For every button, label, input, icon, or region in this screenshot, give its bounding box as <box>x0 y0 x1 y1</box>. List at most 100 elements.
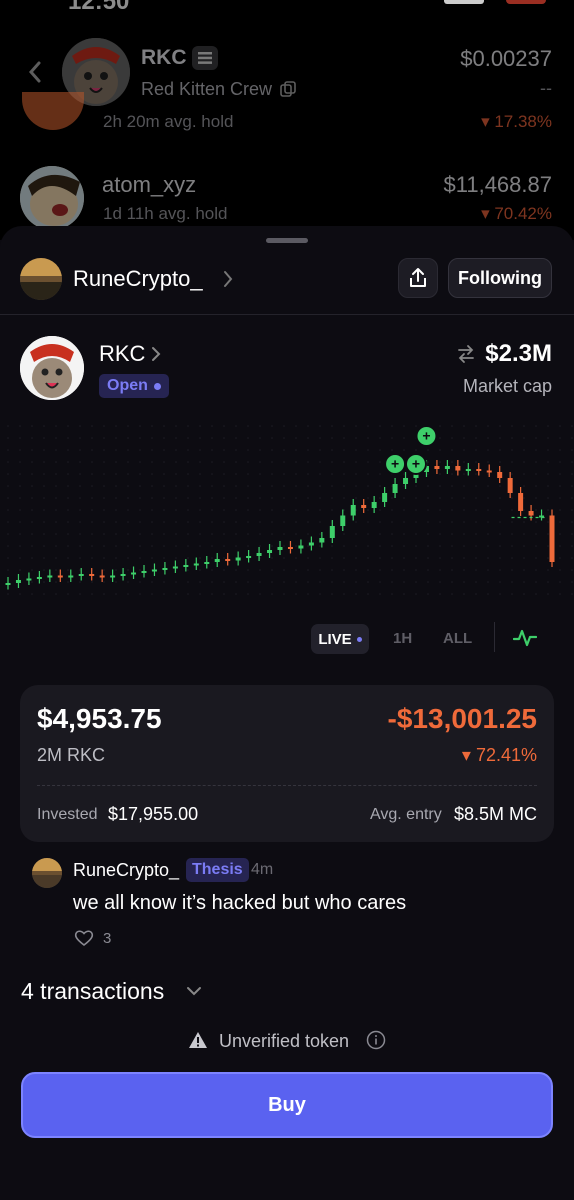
avatar <box>22 92 84 130</box>
buy-marker-glyph: + <box>422 428 430 444</box>
range-1h-tab[interactable]: 1H <box>393 630 412 647</box>
chevron-down-icon <box>187 987 201 996</box>
divider <box>494 622 495 652</box>
candle <box>361 505 367 508</box>
candle <box>507 478 513 493</box>
solana-icon <box>192 46 218 70</box>
user-name: atom_xyz <box>102 172 197 197</box>
candle <box>528 511 534 516</box>
invested-label: Invested <box>37 806 98 823</box>
like-count: 3 <box>103 930 112 947</box>
candle <box>497 472 503 478</box>
swap-icon[interactable] <box>456 344 476 364</box>
avatar <box>20 166 84 230</box>
transactions-toggle[interactable]: 4 transactions <box>21 978 201 1006</box>
candle <box>214 559 220 562</box>
signal-icon <box>444 0 484 4</box>
token-fullname: Red Kitten Crew <box>141 79 273 99</box>
candle <box>371 502 377 508</box>
position-card: $4,953.75 -$13,001.25 2M RKC ▾ 72.41% In… <box>20 685 554 842</box>
user-name[interactable]: RuneCrypto_ <box>73 266 203 292</box>
back-chevron-icon[interactable] <box>26 60 44 84</box>
transactions-label: 4 transactions <box>21 978 165 1004</box>
candle <box>183 565 189 567</box>
candle <box>89 574 95 576</box>
candle <box>256 553 262 556</box>
status-dot <box>153 382 161 390</box>
candle <box>5 583 11 585</box>
candle <box>110 575 116 578</box>
candle <box>15 580 21 583</box>
market-cap-label: Market cap <box>462 376 552 396</box>
range-live-tab[interactable]: LIVE <box>311 624 369 654</box>
heart-icon[interactable] <box>74 929 94 947</box>
candle <box>319 538 325 543</box>
buy-marker-glyph: + <box>391 456 399 472</box>
candle <box>78 574 84 576</box>
candle <box>36 577 42 579</box>
status-label: Open <box>107 377 148 394</box>
candle <box>162 568 168 570</box>
candle <box>246 556 252 558</box>
candle <box>455 466 461 471</box>
comment-author[interactable]: RuneCrypto_ <box>73 860 179 881</box>
token-price: $0.00237 <box>460 46 552 71</box>
avatar[interactable] <box>20 258 62 300</box>
token-ticker: RKC <box>141 46 187 69</box>
candle <box>518 493 524 511</box>
candle <box>287 547 293 549</box>
buy-marker-glyph: + <box>412 456 420 472</box>
position-amount: 2M RKC <box>37 745 106 765</box>
background-list: 12:50 RKC Red Kitten Crew $0.00237 -- 2h… <box>0 0 574 240</box>
range-all-tab[interactable]: ALL <box>443 630 472 647</box>
comment-time: 4m <box>251 861 274 878</box>
avg-hold: 2h 20m avg. hold <box>103 112 234 131</box>
buy-button[interactable]: Buy <box>21 1072 553 1138</box>
candle <box>204 562 210 564</box>
chevron-right-icon <box>152 347 161 361</box>
candle <box>382 493 388 502</box>
share-button[interactable] <box>398 258 438 298</box>
sheet-grabber[interactable] <box>266 238 308 243</box>
token-ticker[interactable]: RKC <box>99 341 145 367</box>
list-item[interactable]: 2h 20m avg. hold ▾ 17.38% <box>0 92 574 138</box>
candle <box>141 571 147 573</box>
token-change: -- <box>540 78 552 98</box>
chevron-right-icon <box>224 271 233 287</box>
token-header: RKC Red Kitten Crew $0.00237 -- <box>0 38 574 108</box>
avg-entry-label: Avg. entry <box>370 806 442 823</box>
share-icon <box>410 268 426 287</box>
range-selector: LIVE 1H ALL <box>0 622 574 656</box>
thesis-badge: Thesis <box>186 858 249 882</box>
following-button[interactable]: Following <box>448 258 552 298</box>
pulse-chart-icon[interactable] <box>513 627 537 649</box>
candle <box>57 575 63 578</box>
token-avatar[interactable] <box>20 336 84 400</box>
candle <box>298 545 304 549</box>
copy-icon[interactable] <box>280 81 296 97</box>
candle <box>68 575 74 578</box>
status-time: 12:50 <box>68 0 130 15</box>
candle <box>277 547 283 550</box>
info-icon[interactable] <box>366 1030 386 1050</box>
avg-hold: 1d 11h avg. hold <box>103 204 228 223</box>
unverified-label: Unverified token <box>219 1031 350 1051</box>
market-cap-value: $2.3M <box>485 340 552 367</box>
avg-entry-value: $8.5M MC <box>453 804 537 824</box>
thesis-comment: RuneCrypto_ Thesis 4m we all know it’s h… <box>0 856 574 956</box>
unverified-notice: Unverified token <box>0 1028 574 1052</box>
avatar[interactable] <box>32 858 62 888</box>
candle <box>486 470 492 473</box>
live-dot <box>356 636 362 642</box>
candle <box>549 515 555 562</box>
candle <box>444 466 450 469</box>
user-header: RuneCrypto_ Following <box>0 256 574 302</box>
position-pnl: -$13,001.25 <box>387 703 537 734</box>
battery-icon <box>506 0 546 4</box>
candle <box>99 575 105 578</box>
candle <box>235 557 241 561</box>
candle <box>350 505 356 516</box>
price-chart[interactable]: + ++ <box>0 416 574 606</box>
position-pnl-pct: ▾ 72.41% <box>461 745 537 765</box>
candle <box>131 572 137 575</box>
